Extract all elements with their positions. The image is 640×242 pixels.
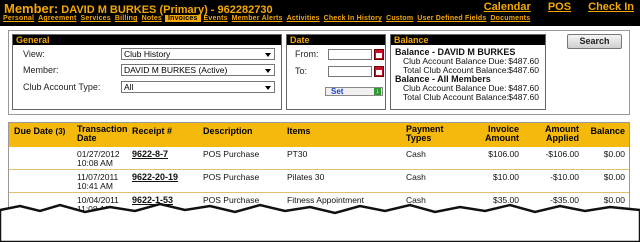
col-applied-line2: Applied xyxy=(546,133,579,143)
filter-panel: General View: Club History Member: DAVID… xyxy=(8,30,630,115)
balance-label: Total Club Account Balance: xyxy=(403,65,509,75)
nav-invoices[interactable]: Invoices xyxy=(164,15,201,22)
general-box: General View: Club History Member: DAVID… xyxy=(12,34,282,110)
description: POS Purchase xyxy=(203,172,260,182)
chevron-down-icon xyxy=(265,69,271,73)
transaction-date: 01/27/2012 10:08 AM xyxy=(77,150,120,168)
check-in-link[interactable]: Check In xyxy=(588,1,634,13)
receipt-link[interactable]: 9622-20-19 xyxy=(132,173,178,182)
amount-applied: -$10.00 xyxy=(550,172,579,182)
table-row: 01/27/2012 10:08 AM 9622-8-7 POS Purchas… xyxy=(9,148,629,170)
search-button[interactable]: Search xyxy=(567,34,622,49)
member-select[interactable]: DAVID M BURKES (Active) xyxy=(121,64,275,76)
col-invoice-amount[interactable]: Invoice Amount xyxy=(459,125,519,143)
pos-link[interactable]: POS xyxy=(548,1,571,13)
chevron-down-icon xyxy=(265,53,271,57)
balance-row: Total Club Account Balance: $487.60 xyxy=(395,93,545,102)
view-select[interactable]: Club History xyxy=(121,48,275,60)
nav-events[interactable]: Events xyxy=(203,15,229,22)
nav-documents[interactable]: Documents xyxy=(489,15,531,22)
col-due-date[interactable]: Due Date (3) xyxy=(14,126,66,137)
member-nav: Personal Agreement Services Billing Note… xyxy=(2,15,531,22)
balance-value: $487.60 xyxy=(508,65,539,75)
items: Pilates 30 xyxy=(287,172,325,182)
calendar-icon[interactable] xyxy=(374,49,384,60)
set-date-button[interactable]: Set ↓ xyxy=(325,87,383,96)
table-row: 11/07/2011 10:41 AM 9622-20-19 POS Purch… xyxy=(9,171,629,193)
account-type-label: Club Account Type: xyxy=(23,82,101,92)
payment-type: Cash xyxy=(406,172,426,182)
col-payment-line2: Types xyxy=(406,133,432,143)
col-receipt[interactable]: Receipt # xyxy=(132,127,172,136)
view-value: Club History xyxy=(124,49,171,59)
col-transaction-date-line2: Date xyxy=(77,133,97,143)
to-date-input[interactable] xyxy=(328,66,372,77)
col-balance[interactable]: Balance xyxy=(579,127,625,136)
invoice-amount: $106.00 xyxy=(488,149,519,159)
arrow-down-icon: ↓ xyxy=(374,88,381,95)
transaction-date-time: 10:41 AM xyxy=(77,181,113,191)
torn-edge xyxy=(0,202,640,242)
transaction-date: 11/07/2011 10:41 AM xyxy=(77,173,118,191)
balance-row: Total Club Account Balance: $487.60 xyxy=(395,66,545,75)
balance-value: $487.60 xyxy=(508,92,539,102)
member-select-label: Member: xyxy=(23,65,59,75)
from-label: From: xyxy=(295,49,319,59)
balance-title: Balance xyxy=(391,35,545,45)
top-links: Calendar POS Check In xyxy=(470,1,634,13)
account-type-select[interactable]: All xyxy=(121,81,275,93)
col-items[interactable]: Items xyxy=(287,127,311,136)
transaction-date-time: 10:08 AM xyxy=(77,158,113,168)
col-transaction-date[interactable]: Transaction Date xyxy=(77,125,128,143)
nav-agreement[interactable]: Agreement xyxy=(37,15,77,22)
col-payment-types[interactable]: Payment Types xyxy=(406,125,444,143)
nav-services[interactable]: Services xyxy=(79,15,111,22)
member-label: Member: xyxy=(4,1,59,16)
payment-type: Cash xyxy=(406,149,426,159)
date-box: Date From: To: Set ↓ xyxy=(286,34,386,110)
nav-member-alerts[interactable]: Member Alerts xyxy=(231,15,284,22)
nav-billing[interactable]: Billing xyxy=(114,15,139,22)
date-title: Date xyxy=(287,35,385,45)
from-date-input[interactable] xyxy=(328,49,372,60)
nav-custom[interactable]: Custom xyxy=(385,15,414,22)
col-due-date-sort: (3) xyxy=(55,127,66,136)
col-due-date-label: Due Date xyxy=(14,126,54,136)
general-title: General xyxy=(13,35,281,45)
set-label: Set xyxy=(331,87,344,96)
chevron-down-icon xyxy=(265,86,271,90)
calendar-icon[interactable] xyxy=(374,66,384,77)
to-label: To: xyxy=(295,66,308,76)
member-header: Member: DAVID M BURKES (Primary) - 96228… xyxy=(0,0,640,26)
nav-notes[interactable]: Notes xyxy=(141,15,163,22)
view-label: View: xyxy=(23,49,45,59)
description: POS Purchase xyxy=(203,149,260,159)
row-balance: $0.00 xyxy=(603,149,625,159)
amount-applied: -$106.00 xyxy=(545,149,579,159)
items: PT30 xyxy=(287,149,308,159)
col-amount-applied[interactable]: Amount Applied xyxy=(524,125,579,143)
member-value: DAVID M BURKES (Active) xyxy=(124,65,228,75)
balance-summary: Balance - DAVID M BURKES Club Account Ba… xyxy=(391,45,545,102)
account-type-value: All xyxy=(124,82,134,92)
col-invoice-line2: Amount xyxy=(485,133,519,143)
nav-user-defined-fields[interactable]: User Defined Fields xyxy=(416,15,487,22)
col-description[interactable]: Description xyxy=(203,127,253,136)
row-balance: $0.00 xyxy=(603,172,625,182)
nav-activities[interactable]: Activities xyxy=(286,15,321,22)
invoice-amount: $10.00 xyxy=(493,172,519,182)
nav-personal[interactable]: Personal xyxy=(2,15,35,22)
nav-check-in-history[interactable]: Check In History xyxy=(323,15,383,22)
table-header: Due Date (3) Transaction Date Receipt # … xyxy=(9,123,629,147)
balance-label: Total Club Account Balance: xyxy=(403,92,509,102)
receipt-link[interactable]: 9622-8-7 xyxy=(132,150,168,159)
member-title: Member: DAVID M BURKES (Primary) - 96228… xyxy=(4,1,273,16)
balance-box: Balance Balance - DAVID M BURKES Club Ac… xyxy=(390,34,546,110)
calendar-link[interactable]: Calendar xyxy=(484,1,531,13)
